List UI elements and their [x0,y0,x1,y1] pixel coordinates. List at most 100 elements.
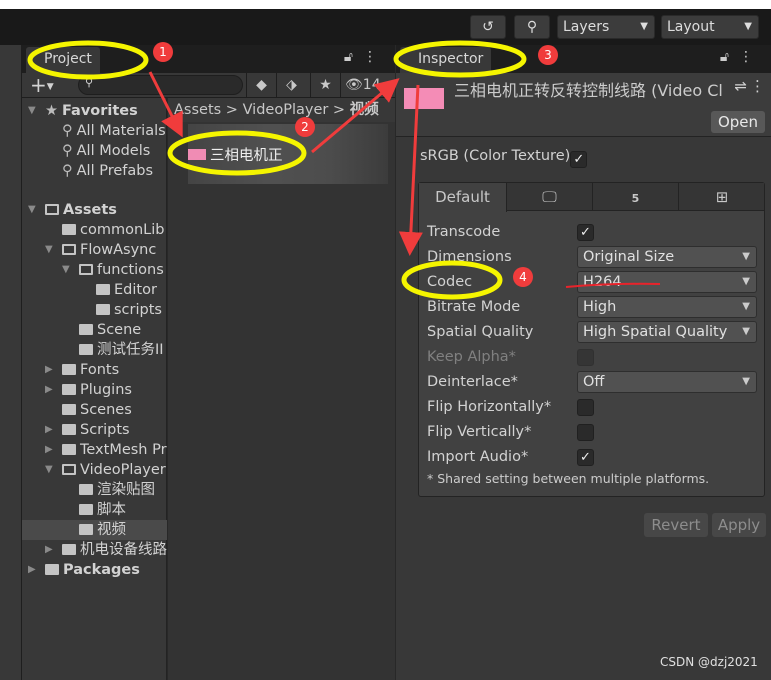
folder-icon [62,384,76,395]
field-label: Spatial Quality [427,324,534,340]
revert-button[interactable]: Revert [644,513,708,537]
hidden-packages-toggle[interactable]: 👁︎14 [340,73,395,98]
field-dropdown[interactable]: H264 ▼ [577,271,757,293]
chevron-right-icon[interactable]: ▶ [45,380,53,400]
tree-item[interactable]: ▶ Fonts [22,360,167,380]
chevron-right-icon[interactable]: ▶ [45,420,53,440]
top-border [0,0,771,9]
chevron-down-icon[interactable]: ▼ [28,200,36,220]
asset-item-video[interactable]: 三相电机正 [188,146,283,166]
search-input[interactable]: ⚲ [78,75,243,95]
field-dropdown[interactable]: High Spatial Quality ▼ [577,321,757,343]
favorites-button[interactable]: ★ [310,73,340,98]
field-dropdown[interactable]: Off ▼ [577,371,757,393]
dropdown-value: Original Size [583,249,675,265]
tree-item[interactable]: ▼ FlowAsync [22,240,167,260]
tab-default[interactable]: Default [419,183,507,212]
field-label: Codec [427,274,473,290]
tree-item[interactable]: ⚲ All Prefabs [22,161,167,181]
chevron-down-icon[interactable]: ▼ [45,240,53,260]
tree-item[interactable]: Scene [22,320,167,340]
html5-icon: 5 [631,192,640,205]
tree-item-label: All Prefabs [76,163,154,179]
tree-item[interactable]: ▶ Plugins [22,380,167,400]
tree-item[interactable]: ▶ Packages [22,560,167,580]
tree-item[interactable]: ▼ ★ Favorites [22,101,167,121]
tree-item[interactable]: ▼ VideoPlayer [22,460,167,480]
layout-dropdown[interactable]: Layout ▼ [661,15,759,39]
breadcrumb-item[interactable]: VideoPlayer [243,102,329,118]
tree-item[interactable]: ▶ Scripts [22,420,167,440]
settings-sliders-icon[interactable]: ⇌ [734,77,747,95]
field-dropdown[interactable]: Original Size ▼ [577,246,757,268]
tree-item[interactable]: ▶ 机电设备线路 [22,540,167,560]
tab-standalone[interactable]: 🖵︎ [507,183,593,211]
chevron-down-icon: ▼ [742,376,750,387]
search-by-type-button[interactable]: ◆ [246,73,276,98]
lock-icon[interactable]: 🔓︎ [720,49,739,65]
tab-webgl[interactable]: 5 [593,183,679,211]
more-icon[interactable]: ⋮ [750,77,765,95]
panel-menu[interactable]: 🔓︎⋮ [344,49,387,65]
lock-icon[interactable]: 🔓︎ [344,49,363,65]
tree-item-label: FlowAsync [80,242,157,258]
tree-item-label: Favorites [62,103,138,119]
apply-button[interactable]: Apply [712,513,766,537]
tab-label: Project [44,51,92,67]
folder-icon [79,324,93,335]
more-icon[interactable]: ⋮ [739,49,763,65]
field-checkbox[interactable] [577,424,594,441]
tree-item[interactable]: ▼ functions [22,260,167,280]
tree-item[interactable]: Scenes [22,400,167,420]
search-button[interactable]: ⚲ [514,15,550,39]
tree-item[interactable]: 渲染贴图 [22,480,167,500]
tree-item[interactable]: 视频 [22,520,167,540]
tab-project[interactable]: Project [26,47,100,73]
srgb-field: sRGB (Color Texture) ✓ [420,148,588,168]
field-checkbox[interactable] [577,399,594,416]
field-checkbox[interactable]: ✓ [577,224,594,241]
breadcrumb-item[interactable]: 视频 [350,102,379,118]
tree-item-label: Fonts [80,362,120,378]
tree-item[interactable]: 脚本 [22,500,167,520]
chevron-right-icon[interactable]: ▶ [45,440,53,460]
layers-dropdown[interactable]: Layers ▼ [557,15,655,39]
chevron-right-icon[interactable]: ▶ [45,360,53,380]
tree-item[interactable]: ▶ TextMesh Pro [22,440,167,460]
add-button[interactable]: +▼ [30,73,54,99]
panel-menu[interactable]: 🔓︎⋮ [720,49,763,65]
tree-item[interactable]: 测试任务II [22,340,167,360]
field-checkbox[interactable]: ✓ [577,449,594,466]
tree-item-label: VideoPlayer [80,462,166,478]
more-icon[interactable]: ⋮ [363,49,387,65]
srgb-checkbox[interactable]: ✓ [570,151,588,168]
tab-inspector[interactable]: Inspector [400,47,492,73]
chevron-down-icon[interactable]: ▼ [28,101,36,121]
tree-item-label: All Materials [76,123,166,139]
video-thumbnail [404,88,444,109]
chevron-down-icon[interactable]: ▼ [45,460,53,480]
tree-item[interactable]: Editor [22,280,167,300]
breadcrumb-item[interactable]: Assets [174,102,221,118]
open-button[interactable]: Open [711,111,765,133]
field-label: Flip Horizontally* [427,399,552,415]
tree-item[interactable]: ⚲ All Models [22,141,167,161]
tree-item[interactable]: ⚲ All Materials [22,121,167,141]
hidden-count: 14 [362,77,381,93]
field-dropdown[interactable]: High ▼ [577,296,757,318]
chevron-right-icon[interactable]: ▶ [45,540,53,560]
tree-item[interactable]: scripts [22,300,167,320]
tree-item[interactable]: commonLib [22,220,167,240]
folder-open-icon [62,464,76,475]
chevron-down-icon: ▼ [742,251,750,262]
field-label: Import Audio* [427,449,529,465]
search-by-label-button[interactable]: ⬗ [276,73,306,98]
layout-label: Layout [667,19,715,35]
chevron-down-icon[interactable]: ▼ [62,260,70,280]
tree-item-label: 渲染贴图 [97,482,155,498]
chevron-right-icon[interactable]: ▶ [28,560,36,580]
tab-windows[interactable]: ⊞ [679,183,765,211]
tree-item[interactable]: ▼ Assets [22,200,167,220]
history-button[interactable]: ↺ [470,15,506,39]
tree-item-label: Packages [63,562,140,578]
